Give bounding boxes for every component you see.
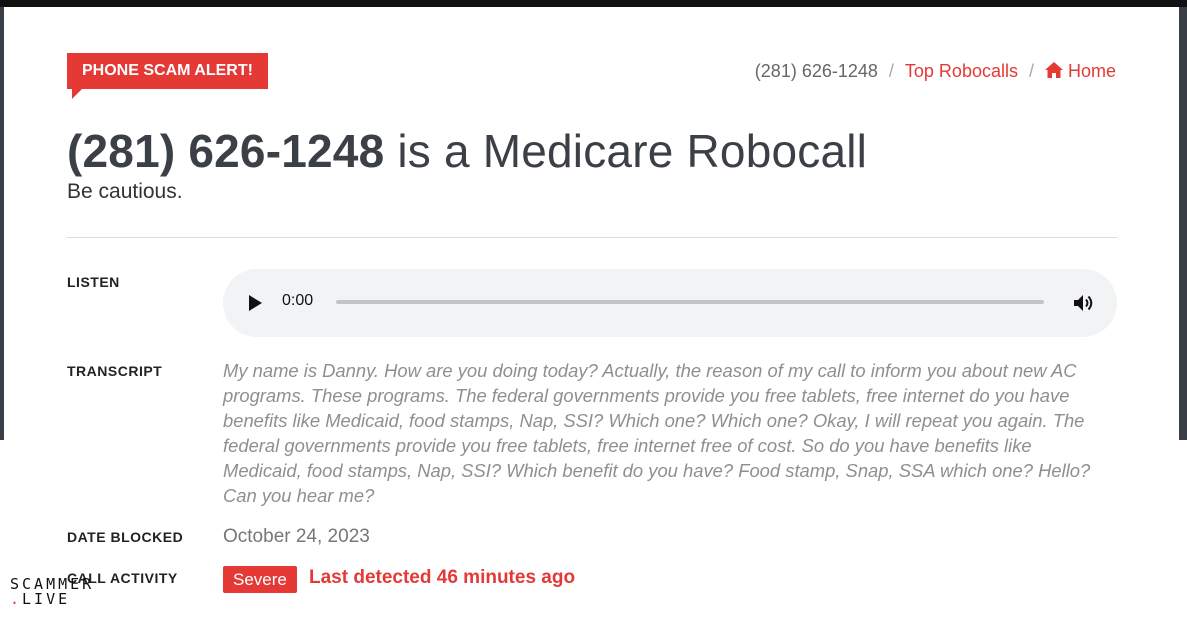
page-title-number: (281) 626-1248: [67, 125, 385, 177]
phone-scam-alert-badge: PHONE SCAM ALERT!: [67, 53, 268, 99]
audio-time: 0:00: [282, 292, 314, 309]
audio-progress-bar[interactable]: [336, 300, 1044, 304]
breadcrumb-separator: /: [1028, 61, 1034, 81]
watermark-line2: LIVE: [22, 590, 71, 608]
page-title-text: is a Medicare Robocall: [384, 125, 868, 177]
divider: [67, 237, 1117, 238]
page-subtitle: Be cautious.: [67, 180, 183, 203]
date-blocked-value: October 24, 2023: [223, 526, 370, 547]
scammer-live-watermark: SCAMMER .LIVE: [10, 577, 94, 607]
breadcrumb-top-robocalls-link[interactable]: Top Robocalls: [905, 61, 1018, 82]
severity-badge: Severe: [223, 566, 297, 593]
transcript-text: My name is Danny. How are you doing toda…: [223, 360, 1091, 506]
play-icon[interactable]: [249, 295, 262, 311]
home-icon: [1044, 62, 1063, 78]
transcript-label: TRANSCRIPT: [67, 363, 163, 379]
top-bar: [0, 0, 1187, 7]
background-right: [1179, 7, 1187, 440]
audio-player[interactable]: 0:00: [223, 269, 1117, 337]
last-detected-text: Last detected 46 minutes ago: [309, 567, 576, 588]
listen-label: LISTEN: [67, 274, 120, 290]
date-blocked-label: DATE BLOCKED: [67, 529, 184, 545]
breadcrumb-separator: /: [888, 61, 894, 81]
breadcrumb-home-link[interactable]: Home: [1044, 61, 1116, 82]
breadcrumb-home-label: Home: [1067, 61, 1116, 81]
page-title: (281) 626-1248 is a Medicare Robocall: [67, 124, 867, 178]
volume-icon[interactable]: [1073, 293, 1095, 313]
breadcrumb-phone: (281) 626-1248: [754, 61, 878, 81]
watermark-dot: .: [10, 590, 23, 608]
breadcrumb: (281) 626-1248 / Top Robocalls / Home: [755, 61, 1116, 82]
